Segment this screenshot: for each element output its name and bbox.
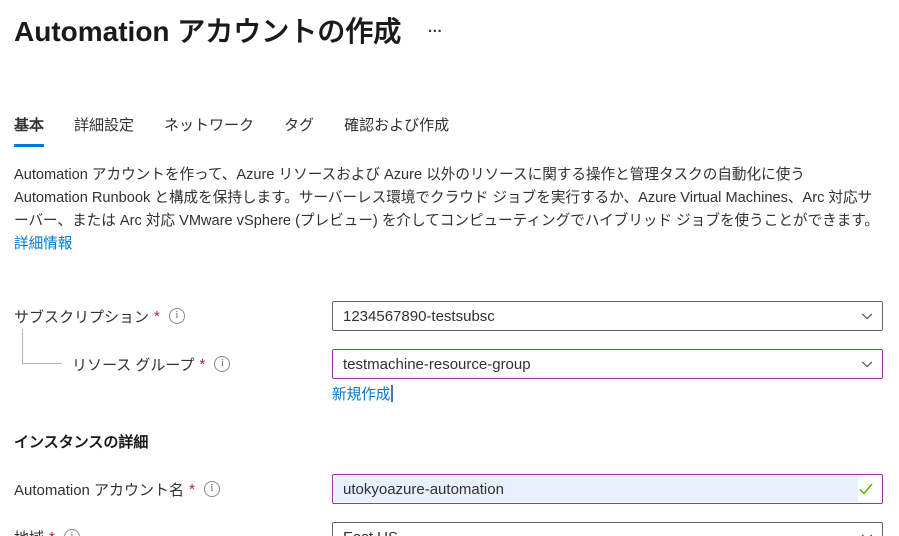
blade-description: Automation アカウントを作って、Azure リソースおよび Azure… <box>14 164 882 256</box>
resource-group-value: testmachine-resource-group <box>343 356 860 373</box>
tab-tags[interactable]: タグ <box>284 114 314 147</box>
subscription-label: サブスクリプション * i <box>14 306 332 327</box>
hierarchy-connector-line <box>22 329 62 364</box>
chevron-down-icon <box>860 530 874 536</box>
tab-networking[interactable]: ネットワーク <box>164 114 254 147</box>
more-options-icon[interactable]: … <box>427 20 444 35</box>
description-text: Automation アカウントを作って、Azure リソースおよび Azure… <box>14 167 879 229</box>
required-asterisk: * <box>189 481 195 498</box>
account-name-label: Automation アカウント名 * i <box>14 479 332 500</box>
required-asterisk: * <box>200 356 206 373</box>
info-icon[interactable]: i <box>214 356 230 372</box>
account-name-input[interactable]: utokyoazure-automation <box>332 474 883 504</box>
resource-group-row: リソース グループ * i testmachine-resource-group <box>14 349 885 379</box>
text-cursor <box>391 385 393 402</box>
region-value: East US <box>343 529 860 536</box>
learn-more-link[interactable]: 詳細情報 <box>14 236 72 252</box>
account-name-value: utokyoazure-automation <box>343 481 858 498</box>
create-new-resource-group-link[interactable]: 新規作成 <box>332 383 390 404</box>
required-asterisk: * <box>49 529 55 536</box>
account-name-row: Automation アカウント名 * i utokyoazure-automa… <box>14 474 885 504</box>
region-row: 地域 * i East US <box>14 522 885 536</box>
wizard-tab-bar: 基本 詳細設定 ネットワーク タグ 確認および作成 <box>14 114 885 147</box>
chevron-down-icon <box>860 357 874 371</box>
subscription-value: 1234567890-testsubsc <box>343 308 860 325</box>
resource-group-dropdown[interactable]: testmachine-resource-group <box>332 349 883 379</box>
required-asterisk: * <box>154 308 160 325</box>
page-title: Automation アカウントの作成 <box>14 10 401 50</box>
create-new-line: 新規作成 <box>332 383 885 404</box>
basics-form: サブスクリプション * i 1234567890-testsubsc リソース … <box>14 301 885 536</box>
tab-review-create[interactable]: 確認および作成 <box>344 114 449 147</box>
instance-details-section-title: インスタンスの詳細 <box>14 431 885 452</box>
blade-header: Automation アカウントの作成 … <box>14 10 885 50</box>
chevron-down-icon <box>860 309 874 323</box>
tab-advanced[interactable]: 詳細設定 <box>74 114 134 147</box>
valid-check-icon <box>858 481 874 497</box>
info-icon[interactable]: i <box>169 308 185 324</box>
region-dropdown[interactable]: East US <box>332 522 883 536</box>
info-icon[interactable]: i <box>204 481 220 497</box>
info-icon[interactable]: i <box>64 529 80 536</box>
subscription-row: サブスクリプション * i 1234567890-testsubsc <box>14 301 885 331</box>
create-automation-account-blade: Automation アカウントの作成 … 基本 詳細設定 ネットワーク タグ … <box>0 0 899 536</box>
tab-basics[interactable]: 基本 <box>14 114 44 147</box>
subscription-dropdown[interactable]: 1234567890-testsubsc <box>332 301 883 331</box>
region-label: 地域 * i <box>14 527 332 536</box>
